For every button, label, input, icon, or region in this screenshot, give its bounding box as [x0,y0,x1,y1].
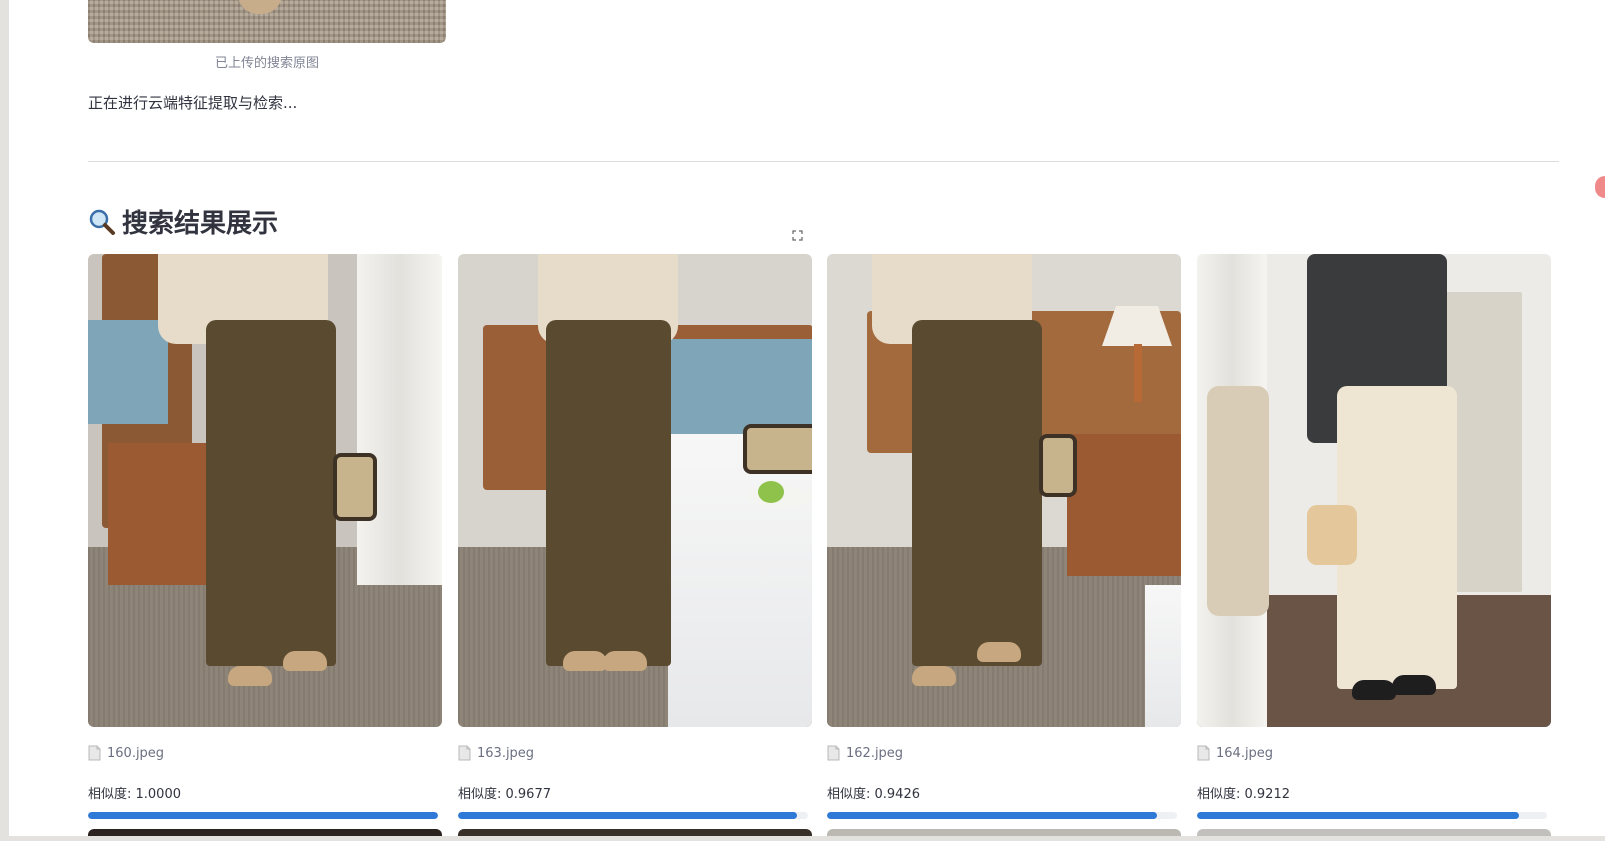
next-result-image-partial[interactable] [88,829,442,836]
similarity-progress [1197,812,1547,819]
file-name: 164.jpeg [1216,745,1274,761]
result-card[interactable]: 160.jpeg 相似度: 1.0000 [88,254,442,819]
search-status-text: 正在进行云端特征提取与检索... [88,94,298,112]
similarity-progress [827,812,1177,819]
fullscreen-button[interactable] [783,221,811,249]
result-image[interactable] [458,254,812,727]
corduroy-pants [546,320,671,666]
handbag [743,424,812,475]
magnifier-icon [89,209,115,235]
result-card[interactable]: 162.jpeg 相似度: 0.9426 [827,254,1181,819]
result-image[interactable] [88,254,442,727]
file-icon [827,745,840,761]
file-name: 162.jpeg [846,745,904,761]
uploaded-image-caption: 已上传的搜索原图 [214,56,319,71]
file-row: 164.jpeg [1197,745,1551,761]
results-title: 搜索结果展示 [122,209,279,239]
file-name: 163.jpeg [477,745,535,761]
file-icon [458,745,471,761]
handbag [1307,504,1357,565]
next-result-image-partial[interactable] [827,829,1181,836]
shoe [283,651,327,672]
shoe [563,651,607,672]
app-main: 已上传的搜索原图 正在进行云端特征提取与检索... 搜索结果展示 160.jpe… [9,0,1605,836]
similarity-label: 相似度: 0.9212 [1197,787,1290,802]
similarity-label: 相似度: 0.9426 [827,787,920,802]
file-icon [88,745,101,761]
file-icon [1197,745,1210,761]
similarity-progress-fill [827,812,1157,819]
result-image[interactable] [827,254,1181,727]
corduroy-pants [206,320,336,666]
bed [1145,585,1181,727]
apple [758,481,784,504]
shoe [1352,679,1396,700]
blue-panel [658,339,812,434]
bed [668,433,812,727]
result-card[interactable]: 164.jpeg 相似度: 0.9212 [1197,254,1551,819]
result-card[interactable]: 163.jpeg 相似度: 0.9677 [458,254,812,819]
similarity-progress-fill [458,812,797,819]
similarity-progress-fill [1197,812,1520,819]
similarity-progress [88,812,438,819]
shoe-detail [238,0,282,14]
next-result-image-partial[interactable] [1197,829,1551,836]
chair [1207,386,1269,617]
file-row: 162.jpeg [827,745,1181,761]
similarity-progress-fill [88,812,438,819]
nightstand [1067,433,1181,576]
curtain [357,254,442,586]
next-result-image-partial[interactable] [458,829,812,836]
fullscreen-icon [791,229,803,241]
file-name: 160.jpeg [107,745,165,761]
lamp-base [1134,343,1142,402]
similarity-progress [458,812,808,819]
scroll-indicator[interactable] [1595,176,1605,198]
shoe [1392,674,1436,695]
blue-panel [88,320,168,425]
similarity-label: 相似度: 0.9677 [458,787,551,802]
corduroy-pants [912,320,1042,666]
similarity-label: 相似度: 1.0000 [88,787,181,802]
shoe [977,641,1021,662]
file-row: 160.jpeg [88,745,442,761]
shoe [912,665,956,686]
uploaded-query-image [88,0,446,43]
shoe [603,651,647,672]
shoe [228,665,272,686]
file-row: 163.jpeg [458,745,812,761]
handbag [1039,433,1077,497]
result-image[interactable] [1197,254,1551,727]
handbag [333,452,377,521]
nightstand [108,443,218,586]
results-heading: 搜索结果展示 [88,203,278,240]
section-divider [88,161,1559,162]
